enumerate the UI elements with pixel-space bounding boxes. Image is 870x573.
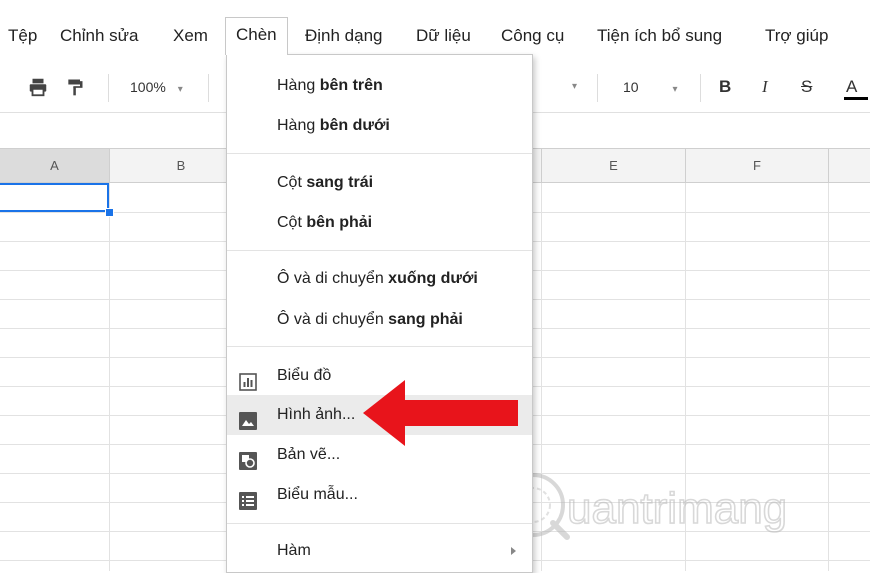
menu-tools[interactable]: Công cụ [491, 18, 574, 54]
menu-item-label-bold: xuống dưới [388, 270, 478, 287]
menu-item-label: Hàng [277, 77, 320, 94]
menu-data[interactable]: Dữ liệu [406, 18, 481, 54]
menu-divider [227, 523, 532, 524]
column-header-a[interactable]: A [0, 149, 110, 183]
menu-bar: Tệp Chỉnh sửa Xem Chèn Định dạng Dữ liệu… [0, 0, 870, 62]
menu-item-cells-shift-right[interactable]: Ô và di chuyển sang phải [227, 300, 532, 340]
menu-item-column-left[interactable]: Cột sang trái [227, 163, 532, 203]
column-header-g[interactable] [829, 149, 870, 183]
menu-item-label: Cột [277, 214, 307, 231]
text-color-swatch [844, 97, 868, 100]
menu-item-label-bold: sang phải [388, 311, 463, 328]
menu-item-label: Biểu đồ [277, 367, 332, 384]
menu-addons[interactable]: Tiện ích bổ sung [587, 18, 732, 54]
insert-menu-dropdown: Hàng bên trên Hàng bên dưới Cột sang trá… [226, 54, 533, 573]
selected-cell-a1[interactable] [0, 183, 109, 212]
font-size-select[interactable]: 10 ▾ [623, 62, 678, 112]
toolbar-divider [108, 74, 109, 102]
menu-item-label: Bản vẽ... [277, 446, 341, 463]
menu-divider [227, 346, 532, 347]
menu-edit[interactable]: Chỉnh sửa [50, 18, 148, 54]
menu-help[interactable]: Trợ giúp [755, 18, 838, 54]
print-icon[interactable] [27, 62, 49, 112]
chevron-down-icon[interactable]: ▾ [572, 62, 577, 112]
menu-divider [227, 153, 532, 154]
image-icon [239, 406, 257, 430]
paint-format-icon[interactable] [65, 62, 85, 112]
fill-handle[interactable] [105, 208, 114, 217]
watermark-text: uantrimang [567, 484, 787, 533]
menu-item-label: Hàm [277, 542, 311, 559]
column-header-f[interactable]: F [686, 149, 829, 183]
column-header-e[interactable]: E [542, 149, 686, 183]
zoom-select[interactable]: 100% ▾ [130, 62, 183, 112]
font-size-value: 10 [623, 79, 639, 95]
strikethrough-button[interactable]: S [801, 62, 812, 112]
menu-item-label: Cột [277, 174, 307, 191]
menu-file[interactable]: Tệp [0, 18, 47, 54]
menu-item-cells-shift-down[interactable]: Ô và di chuyển xuống dưới [227, 259, 532, 299]
text-color-label: A [846, 77, 858, 96]
bold-button[interactable]: B [719, 62, 731, 112]
text-color-button[interactable]: A [844, 62, 868, 112]
toolbar-divider [597, 74, 598, 102]
red-arrow-annotation [363, 380, 518, 446]
italic-button[interactable]: I [762, 62, 768, 112]
menu-item-label: Hàng [277, 117, 320, 134]
chevron-down-icon: ▾ [177, 84, 183, 95]
menu-item-label-bold: sang trái [306, 174, 374, 191]
toolbar-divider [208, 74, 209, 102]
menu-item-label: Biểu mẫu... [277, 486, 358, 503]
menu-item-label-bold: bên phải [306, 214, 373, 231]
menu-item-label: Ô và di chuyển [277, 270, 389, 287]
menu-item-label-bold: bên dưới [319, 117, 390, 134]
toolbar-divider [700, 74, 701, 102]
zoom-value: 100% [130, 79, 166, 95]
menu-view[interactable]: Xem [163, 18, 218, 54]
chevron-down-icon: ▾ [672, 84, 678, 95]
menu-divider [227, 250, 532, 251]
menu-item-column-right[interactable]: Cột bên phải [227, 203, 532, 243]
grid-line [109, 183, 110, 571]
menu-item-label-bold: bên trên [319, 77, 383, 94]
menu-item-label: Hình ảnh... [277, 406, 356, 423]
menu-item-row-below[interactable]: Hàng bên dưới [227, 106, 532, 146]
menu-item-row-above[interactable]: Hàng bên trên [227, 66, 532, 106]
drawing-icon [239, 446, 257, 470]
form-icon [239, 486, 257, 510]
menu-format[interactable]: Định dạng [295, 18, 393, 54]
submenu-arrow-icon [511, 547, 516, 555]
chart-icon [239, 367, 257, 391]
menu-item-function[interactable]: Hàm [227, 531, 532, 571]
menu-item-form[interactable]: Biểu mẫu... [227, 475, 532, 515]
menu-item-label: Ô và di chuyển [277, 311, 389, 328]
watermark-logo: uantrimang [501, 473, 788, 540]
menu-insert[interactable]: Chèn [225, 17, 288, 55]
